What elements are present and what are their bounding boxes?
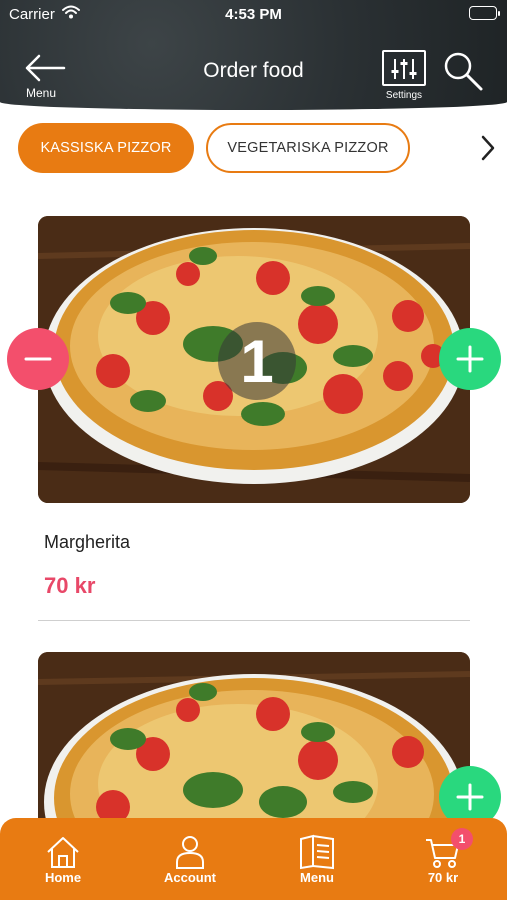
status-bar: Carrier 4:53 PM <box>0 0 507 28</box>
plus-icon <box>456 783 484 811</box>
page-title: Order food <box>203 59 304 82</box>
user-icon <box>176 836 204 869</box>
nav-cart[interactable]: 70 kr <box>398 832 488 894</box>
cart-count-badge: 1 <box>451 828 473 850</box>
divider <box>38 620 470 621</box>
minus-icon <box>24 357 52 361</box>
bottom-navigation: Home Account Menu 70 kr <box>0 818 507 900</box>
nav-menu[interactable]: Menu <box>272 832 362 894</box>
home-icon <box>47 837 79 868</box>
chevron-right-icon[interactable] <box>474 133 500 163</box>
food-price: 70 kr <box>44 573 96 598</box>
sliders-icon <box>382 50 426 86</box>
nav-home-label: Home <box>44 870 82 885</box>
category-chip-vegetariska[interactable]: VEGETARISKA PIZZOR <box>206 123 410 173</box>
back-button-label: Menu <box>26 86 57 100</box>
menu-book-icon <box>300 834 334 870</box>
nav-cart-label: 70 kr <box>427 870 459 885</box>
app-header: Carrier 4:53 PM Menu Order food Settings <box>0 0 507 110</box>
decrease-quantity-button[interactable] <box>7 328 69 390</box>
increase-quantity-button[interactable] <box>439 328 501 390</box>
search-button[interactable] <box>442 50 486 94</box>
nav-account-label: Account <box>164 870 216 885</box>
nav-account[interactable]: Account <box>145 832 235 894</box>
food-image-second <box>38 652 470 822</box>
battery-icon <box>469 6 500 20</box>
plus-icon <box>456 345 484 373</box>
nav-menu-label: Menu <box>300 870 334 885</box>
pizza-image <box>38 652 470 822</box>
clock: 4:53 PM <box>225 6 282 23</box>
settings-label: Settings <box>385 90 423 101</box>
food-name: Margherita <box>44 532 131 552</box>
search-icon <box>444 52 483 91</box>
nav-home[interactable]: Home <box>18 832 108 894</box>
quantity-badge: 1 <box>218 322 296 400</box>
settings-button[interactable]: Settings <box>380 48 428 102</box>
category-chip-klassiska[interactable]: KASSISKA PIZZOR <box>18 123 194 173</box>
